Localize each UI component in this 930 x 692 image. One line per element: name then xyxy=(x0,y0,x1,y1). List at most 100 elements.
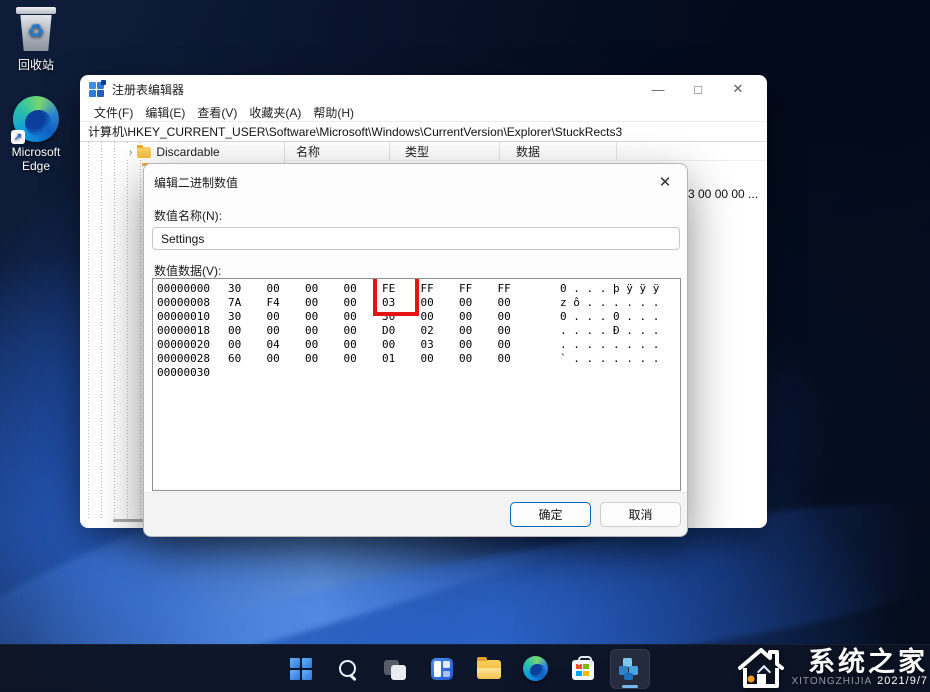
hex-row: 000000200004000000030000. . . . . . . . xyxy=(157,338,680,352)
edge-icon xyxy=(523,656,548,681)
hex-byte: 02 xyxy=(421,324,460,338)
menu-favorites[interactable]: 收藏夹(A) xyxy=(249,104,301,121)
hex-byte: 00 xyxy=(344,324,383,338)
hex-byte: 00 xyxy=(498,338,537,352)
hex-byte: 00 xyxy=(382,338,421,352)
taskbar-store-button[interactable] xyxy=(563,649,603,689)
value-data-cell-partial: 3 00 00 00 ... xyxy=(688,187,758,201)
hex-byte: 30 xyxy=(228,310,267,324)
desktop-icon-recycle-bin[interactable]: ♻ 回收站 xyxy=(0,7,72,73)
file-explorer-icon xyxy=(477,660,501,679)
watermark-brand: 系统之家 xyxy=(808,646,928,678)
column-header-name[interactable]: 名称 xyxy=(286,142,390,160)
hex-byte: 30 xyxy=(228,282,267,296)
hex-byte: 00 xyxy=(498,324,537,338)
hex-byte: 00 xyxy=(305,310,344,324)
titlebar[interactable]: 注册表编辑器 — □ ✕ xyxy=(80,75,767,103)
cancel-button[interactable]: 取消 xyxy=(600,502,681,527)
window-title: 注册表编辑器 xyxy=(112,81,184,98)
hex-byte: 00 xyxy=(305,296,344,310)
hex-byte: 00 xyxy=(459,352,498,366)
registry-editor-icon xyxy=(89,82,104,97)
dialog-close-button[interactable]: ✕ xyxy=(652,171,678,193)
hex-offset: 00000008 xyxy=(157,296,228,310)
hex-ascii: 0 . . . þ ÿ ÿ ÿ xyxy=(560,282,659,296)
taskbar-edge-button[interactable] xyxy=(516,649,556,689)
task-view-icon xyxy=(384,658,406,680)
tree-item-label: Discardable xyxy=(156,145,219,159)
hex-byte: 00 xyxy=(421,296,460,310)
minimize-button[interactable]: — xyxy=(638,76,678,102)
address-bar[interactable]: 计算机\HKEY_CURRENT_USER\Software\Microsoft… xyxy=(80,121,767,142)
hex-byte: F4 xyxy=(267,296,306,310)
hex-byte: 04 xyxy=(267,338,306,352)
hex-ascii: z ô . . . . . . xyxy=(560,296,659,310)
hex-byte: 00 xyxy=(305,352,344,366)
registry-editor-icon xyxy=(619,658,641,680)
recycle-bin-label: 回收站 xyxy=(18,56,54,73)
hex-byte: 00 xyxy=(344,338,383,352)
hex-byte: 00 xyxy=(498,352,537,366)
hex-ascii: . . . . Ð . . . xyxy=(560,324,659,338)
value-name-field[interactable]: Settings xyxy=(152,227,680,250)
widgets-icon xyxy=(431,658,453,680)
hex-ascii: 0 . . . 0 . . . xyxy=(560,310,659,324)
taskbar-task-view-button[interactable] xyxy=(375,649,415,689)
menu-file[interactable]: 文件(F) xyxy=(94,104,133,121)
maximize-button[interactable]: □ xyxy=(678,76,718,102)
hex-row: 0000001800000000D0020000. . . . Ð . . . xyxy=(157,324,680,338)
hex-byte: 7A xyxy=(228,296,267,310)
taskbar-search-button[interactable] xyxy=(328,649,368,689)
hex-data-editor[interactable]: 0000000030000000FEFFFFFF0 . . . þ ÿ ÿ ÿ … xyxy=(152,278,681,491)
highlight-red-box xyxy=(373,278,419,316)
hex-byte: 00 xyxy=(228,324,267,338)
shortcut-arrow-icon: ↗ xyxy=(11,130,25,144)
ok-button[interactable]: 确定 xyxy=(510,502,591,527)
value-name-text: Settings xyxy=(161,232,204,246)
column-header-type[interactable]: 类型 xyxy=(390,142,500,160)
dialog-title: 编辑二进制数值 xyxy=(154,174,238,191)
hex-byte: D0 xyxy=(382,324,421,338)
hex-byte: 00 xyxy=(459,310,498,324)
hex-byte: 01 xyxy=(382,352,421,366)
xitongzhijia-logo-icon xyxy=(736,646,786,690)
hex-byte: 00 xyxy=(421,310,460,324)
hex-byte: 00 xyxy=(498,296,537,310)
hex-row: 000000286000000001000000` . . . . . . . xyxy=(157,352,680,366)
dialog-footer: 确定 取消 xyxy=(144,492,687,536)
tree-item-discardable[interactable]: › Discardable xyxy=(126,145,223,159)
taskbar-widgets-button[interactable] xyxy=(422,649,462,689)
hex-byte: 00 xyxy=(498,310,537,324)
hex-byte: 00 xyxy=(344,352,383,366)
column-header-data[interactable]: 数据 xyxy=(500,142,617,160)
hex-byte: 00 xyxy=(267,352,306,366)
close-button[interactable]: ✕ xyxy=(718,76,758,102)
taskbar-registry-editor-button[interactable] xyxy=(610,649,650,689)
taskbar-start-button[interactable] xyxy=(281,649,321,689)
value-data-label: 数值数据(V): xyxy=(154,262,221,279)
hex-offset: 00000000 xyxy=(157,282,228,296)
hex-byte: 00 xyxy=(305,324,344,338)
active-app-indicator xyxy=(622,685,638,688)
hex-byte: 00 xyxy=(267,282,306,296)
hex-byte: FF xyxy=(498,282,537,296)
watermark: 系统之家 XITONGZHIJIA 2021/9/7 xyxy=(736,646,928,690)
taskbar-file-explorer-button[interactable] xyxy=(469,649,509,689)
hex-offset: 00000010 xyxy=(157,310,228,324)
hex-row: 00000030 xyxy=(157,366,680,380)
menu-view[interactable]: 查看(V) xyxy=(197,104,237,121)
hex-byte: 60 xyxy=(228,352,267,366)
menubar: 文件(F) 编辑(E) 查看(V) 收藏夹(A) 帮助(H) xyxy=(80,103,767,121)
hex-ascii: ` . . . . . . . xyxy=(560,352,659,366)
search-icon xyxy=(338,659,358,679)
edit-binary-value-dialog: 编辑二进制数值 ✕ 数值名称(N): Settings 数值数据(V): 000… xyxy=(143,163,688,537)
chevron-right-icon[interactable]: › xyxy=(129,147,132,158)
edge-icon: ↗ xyxy=(13,96,59,142)
menu-edit[interactable]: 编辑(E) xyxy=(145,104,185,121)
hex-byte: 00 xyxy=(228,338,267,352)
hex-byte: 00 xyxy=(459,324,498,338)
address-path: 计算机\HKEY_CURRENT_USER\Software\Microsoft… xyxy=(88,123,622,140)
desktop-icon-edge[interactable]: ↗ Microsoft Edge xyxy=(0,96,72,173)
tray-date: 2021/9/7 xyxy=(877,675,928,687)
menu-help[interactable]: 帮助(H) xyxy=(313,104,354,121)
